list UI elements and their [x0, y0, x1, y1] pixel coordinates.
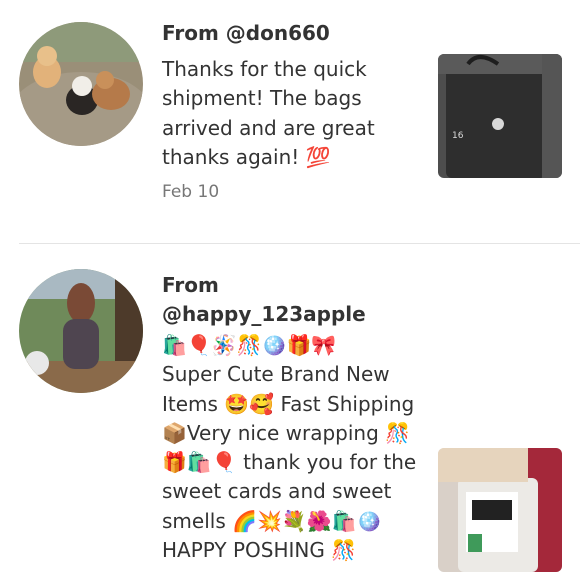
review-text-content: Super Cute Brand New Items 🤩🥰 Fast Shipp…	[162, 362, 417, 533]
review-emoji-line: 🛍️🎈🪅🎊🪩🎁🎀	[162, 333, 337, 357]
review-divider	[19, 243, 580, 244]
woman-photo-avatar	[19, 269, 143, 393]
user-avatar[interactable]	[19, 22, 143, 146]
review-photo[interactable]	[438, 448, 562, 572]
product-package-photo	[438, 448, 562, 572]
review-text-continued: HAPPY POSHING 🎊	[162, 538, 357, 563]
review-photo[interactable]: 16	[438, 54, 562, 178]
review-date: Feb 10	[162, 182, 220, 203]
black-bag-photo: 16	[438, 54, 562, 178]
review-author[interactable]: From @don660	[162, 19, 422, 48]
reviews-feed: From @don660 Thanks for the quick shipme…	[0, 0, 580, 580]
review-text: Thanks for the quick shipment! The bags …	[162, 57, 375, 169]
dogs-photo-avatar	[19, 22, 143, 146]
user-avatar[interactable]	[19, 269, 143, 393]
review-author[interactable]: From @happy_123apple	[162, 271, 422, 329]
bag-label: 16	[452, 131, 464, 141]
review-text: 🛍️🎈🪅🎊🪩🎁🎀 Super Cute Brand New Items 🤩🥰 F…	[162, 331, 422, 565]
